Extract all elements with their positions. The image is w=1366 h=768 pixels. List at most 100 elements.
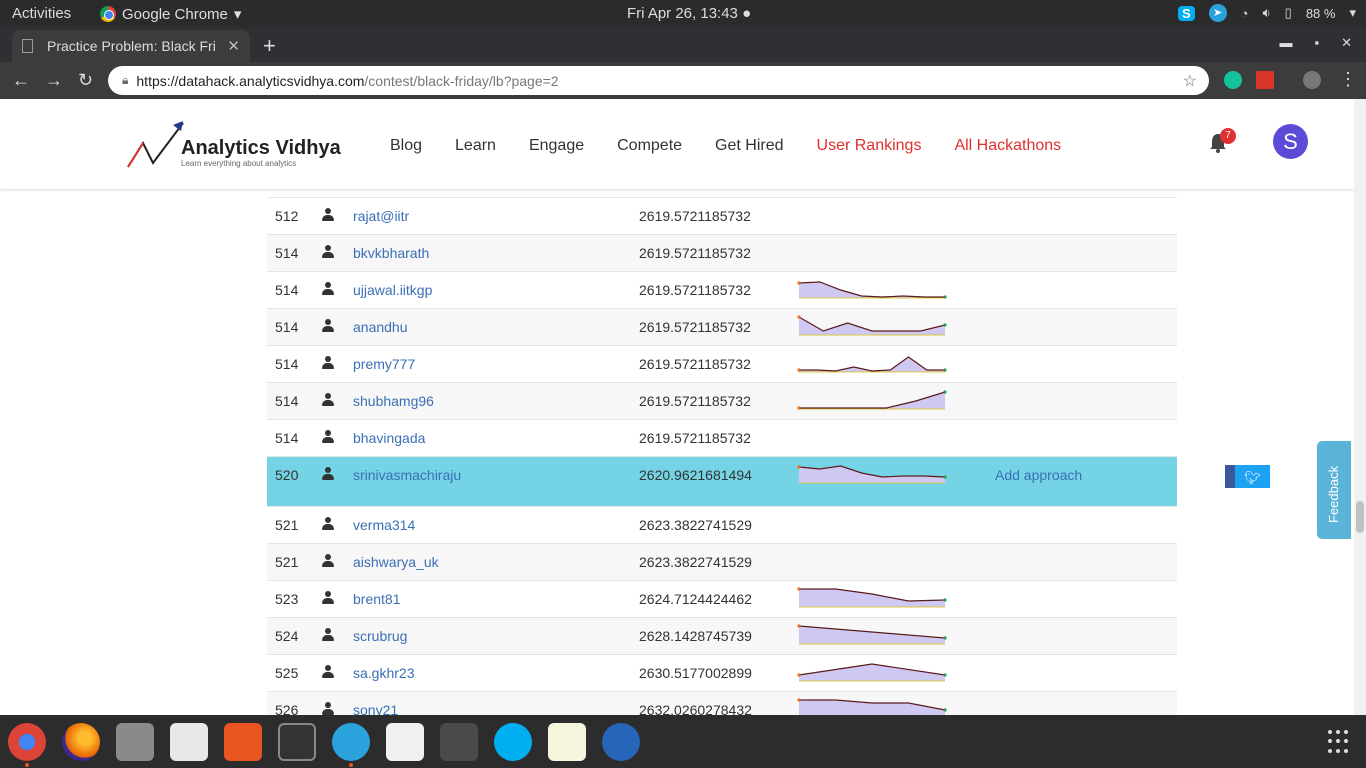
telegram-dock-icon[interactable] <box>332 723 370 761</box>
site-logo[interactable]: Analytics Vidhya Learn everything about … <box>125 119 345 171</box>
feedback-tab[interactable]: Feedback <box>1317 441 1351 539</box>
chrome-menu-icon[interactable]: ⋮ <box>1339 69 1357 90</box>
rank: 514 <box>275 356 299 372</box>
user-icon <box>322 393 334 407</box>
score-sparkline <box>797 587 947 608</box>
username-link[interactable]: sa.gkhr23 <box>353 665 414 681</box>
username-link[interactable]: premy777 <box>353 356 415 372</box>
username-link[interactable]: bkvkbharath <box>353 245 429 261</box>
show-applications-icon[interactable] <box>1328 730 1352 754</box>
terminal-dock-icon[interactable] <box>278 723 316 761</box>
rank: 525 <box>275 665 299 681</box>
firefox-dock-icon[interactable] <box>62 723 100 761</box>
notifications-button[interactable]: 7 <box>1208 128 1236 154</box>
menu-item-blog[interactable]: Blog <box>390 137 422 155</box>
sublime-text-dock-icon[interactable] <box>440 723 478 761</box>
username-link[interactable]: srinivasmachiraju <box>353 467 461 483</box>
back-button[interactable]: ← <box>12 70 30 91</box>
url-path: /contest/black-friday/lb?page=2 <box>364 72 559 89</box>
username-link[interactable]: verma314 <box>353 517 415 533</box>
maximize-button[interactable]: ▪ <box>1314 35 1319 51</box>
volume-icon: 🔉︎ <box>1262 5 1271 20</box>
lock-icon[interactable]: 🔒︎ <box>122 73 128 88</box>
leaderboard-row: 514 anandhu 2619.5721185732 <box>267 308 1177 345</box>
leaderboard-row: 514 bhavingada 2619.5721185732 <box>267 419 1177 456</box>
username-link[interactable]: aishwarya_uk <box>353 554 439 570</box>
skype-tray-icon[interactable]: S <box>1177 5 1195 21</box>
app-menu[interactable]: Google Chrome ▾ <box>100 5 241 23</box>
pdf-reader-dock-icon[interactable] <box>386 723 424 761</box>
logo-arrow-icon <box>127 121 184 168</box>
leaderboard-row: 521 aishwarya_uk 2623.3822741529 <box>267 543 1177 580</box>
username-link[interactable]: bhavingada <box>353 430 425 446</box>
leaderboard-row: 521 verma314 2623.3822741529 <box>267 506 1177 543</box>
user-icon <box>322 665 334 679</box>
menu-item-get-hired[interactable]: Get Hired <box>715 137 783 155</box>
activities-button[interactable]: Activities <box>12 5 71 22</box>
telegram-tray-icon[interactable]: ➤ <box>1208 4 1227 22</box>
browser-tab[interactable]: Practice Problem: Black Fri ✕ <box>12 30 250 62</box>
skype-dock-icon[interactable] <box>494 723 532 761</box>
running-indicator <box>349 763 353 767</box>
power-menu-icon[interactable]: ▾ <box>1349 5 1356 21</box>
bookmark-star-icon[interactable]: ☆ <box>1183 71 1197 91</box>
user-icon <box>322 430 334 444</box>
minimize-button[interactable]: ▬ <box>1279 35 1292 51</box>
forward-button[interactable]: → <box>45 70 63 91</box>
user-avatar[interactable]: S <box>1273 124 1308 159</box>
close-tab-icon[interactable]: ✕ <box>227 37 240 55</box>
menu-item-learn[interactable]: Learn <box>455 137 496 155</box>
rank: 526 <box>275 702 299 715</box>
menu-item-all-hackathons[interactable]: All Hackathons <box>954 137 1061 155</box>
brand-tagline: Learn everything about analytics <box>181 159 297 168</box>
sparkline-point <box>943 636 947 640</box>
username-link[interactable]: brent81 <box>353 591 400 607</box>
profile-avatar-icon[interactable] <box>1303 71 1321 89</box>
clock[interactable]: Fri Apr 26, 13:43 ● <box>627 5 751 22</box>
reload-button[interactable]: ↻ <box>78 70 93 91</box>
system-tray[interactable]: S ➤ ◔ 🔉︎ ▯ 88 % ▾ <box>1177 4 1356 22</box>
wifi-icon: ◔ <box>1240 5 1249 21</box>
score: 2623.3822741529 <box>639 517 752 533</box>
chrome-dock-icon[interactable] <box>8 723 46 761</box>
software-center-dock-icon[interactable] <box>224 723 262 761</box>
rstudio-dock-icon[interactable] <box>602 723 640 761</box>
add-approach-link[interactable]: Add approach <box>995 467 1082 483</box>
twitter-share-icon[interactable]: 🐦︎ <box>1235 465 1270 488</box>
grammarly-extension-icon[interactable] <box>1224 71 1242 89</box>
score-sparkline <box>797 356 947 373</box>
leaderboard-row: 520 srinivasmachiraju 2620.9621681494 Add a… <box>267 456 1177 506</box>
sparkline-point <box>797 406 801 410</box>
scrollbar-thumb[interactable] <box>1356 501 1364 533</box>
toolbar: ← → ↻ 🔒︎ https://datahack.analyticsvidhy… <box>0 62 1366 99</box>
site-header: Analytics Vidhya Learn everything about … <box>0 99 1354 189</box>
page-scrollbar[interactable] <box>1354 99 1366 715</box>
rank: 514 <box>275 282 299 298</box>
address-bar[interactable]: 🔒︎ https://datahack.analyticsvidhya.com /… <box>108 66 1209 95</box>
files-dock-icon[interactable] <box>116 723 154 761</box>
new-tab-button[interactable]: + <box>263 33 276 59</box>
sparkline-point <box>943 368 947 372</box>
document-viewer-dock-icon[interactable] <box>170 723 208 761</box>
close-window-button[interactable]: ✕ <box>1341 35 1352 51</box>
text-editor-dock-icon[interactable] <box>548 723 586 761</box>
sparkline-area <box>799 392 945 409</box>
user-icon <box>322 208 334 222</box>
app-name: Google Chrome <box>122 5 228 23</box>
menu-item-user-rankings[interactable]: User Rankings <box>817 137 922 155</box>
username-link[interactable]: anandhu <box>353 319 408 335</box>
username-link[interactable]: rajat@iitr <box>353 208 409 224</box>
rank: 520 <box>275 467 299 483</box>
user-icon <box>322 282 334 296</box>
social-share: 🐦︎ <box>1225 465 1270 488</box>
extension-icon[interactable] <box>1256 71 1274 89</box>
username-link[interactable]: sony21 <box>353 702 398 715</box>
username-link[interactable]: scrubrug <box>353 628 407 644</box>
menu-item-compete[interactable]: Compete <box>617 137 682 155</box>
brand-name: Analytics Vidhya <box>181 137 341 159</box>
username-link[interactable]: shubhamg96 <box>353 393 434 409</box>
username-link[interactable]: ujjawal.iitkgp <box>353 282 432 298</box>
sparkline-point <box>943 673 947 677</box>
chevron-down-icon: ▾ <box>233 6 242 23</box>
menu-item-engage[interactable]: Engage <box>529 137 584 155</box>
